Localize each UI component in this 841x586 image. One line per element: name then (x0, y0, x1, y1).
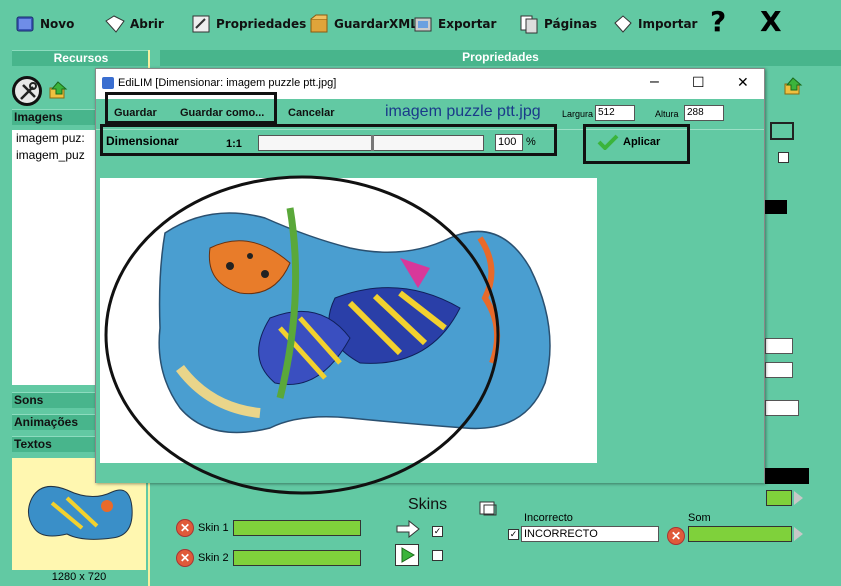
list-item[interactable]: imagem puz: (12, 130, 104, 147)
propriedades-button[interactable]: Propriedades (190, 12, 306, 36)
highlight-resize-row (100, 124, 557, 156)
importar-button[interactable]: Importar (612, 12, 697, 36)
skin2-bar[interactable] (232, 550, 361, 566)
dialog-title: EdiLIM [Dimensionar: imagem puzzle ptt.j… (118, 77, 337, 89)
delete-icon[interactable]: ✕ (176, 549, 194, 567)
delete-icon[interactable]: ✕ (176, 519, 194, 537)
guardar-xml-button[interactable]: GuardarXML (308, 12, 418, 36)
incorrecto-label: Incorrecto (524, 512, 573, 524)
propriedades-header: Propriedades (160, 50, 841, 66)
input-field[interactable] (765, 400, 799, 416)
highlight-save-buttons (105, 92, 277, 124)
som-label: Som (688, 512, 711, 524)
skin1-bar[interactable] (232, 520, 361, 536)
new-book-icon (14, 13, 36, 35)
highlight-ellipse (104, 175, 500, 495)
app-icon (102, 77, 114, 89)
maximize-button[interactable]: ☐ (692, 74, 705, 91)
play-arrow-icon[interactable] (794, 527, 803, 541)
checkbox[interactable] (778, 152, 789, 163)
play-arrow-icon[interactable] (794, 491, 803, 505)
main-toolbar: Novo Abrir Propriedades GuardarXML Expor… (0, 0, 841, 50)
properties-icon (190, 13, 212, 35)
recursos-header: Recursos (12, 50, 148, 66)
play-button[interactable] (395, 544, 419, 566)
cancelar-button[interactable]: Cancelar (288, 107, 334, 119)
play-icon (401, 547, 415, 563)
thumbnail-size-caption: 1280 x 720 (12, 571, 146, 586)
arrow-right-icon[interactable] (395, 519, 421, 539)
export-icon (412, 13, 434, 35)
largura-input[interactable]: 512 (595, 105, 635, 121)
incorrecto-checkbox[interactable]: ✓ (508, 529, 519, 540)
largura-label: Largura (562, 109, 594, 119)
incorrecto-input[interactable]: INCORRECTO (521, 526, 659, 542)
image-filename: imagem puzzle ptt.jpg (385, 103, 541, 120)
upload-arrow-icon[interactable] (48, 80, 70, 102)
skin1-row: ✕ Skin 1 (176, 519, 361, 537)
input-field[interactable] (765, 338, 793, 354)
pages-icon (518, 13, 540, 35)
skin2-row: ✕ Skin 2 (176, 549, 361, 567)
color-swatch[interactable] (765, 468, 809, 484)
som-bar[interactable] (688, 526, 792, 542)
tools-button[interactable] (12, 76, 42, 106)
altura-input[interactable]: 288 (684, 105, 724, 121)
minimize-button[interactable]: – (650, 73, 659, 91)
images-list: imagem puz: imagem_puz (12, 130, 104, 385)
frame-icon[interactable] (770, 122, 794, 140)
novo-button[interactable]: Novo (14, 12, 74, 36)
exit-button[interactable]: X (760, 5, 782, 38)
input-field[interactable] (765, 362, 793, 378)
import-icon (612, 13, 634, 35)
color-swatch[interactable] (765, 200, 787, 214)
box-icon (308, 13, 330, 35)
highlight-aplicar (583, 124, 690, 164)
open-folder-icon (104, 13, 126, 35)
tools-icon (20, 82, 37, 100)
paginas-button[interactable]: Páginas (518, 12, 597, 36)
checkbox-checked[interactable]: ✓ (432, 526, 443, 537)
help-button[interactable]: ? (710, 5, 726, 38)
delete-icon[interactable]: ✕ (667, 527, 685, 545)
exportar-button[interactable]: Exportar (412, 12, 496, 36)
close-button[interactable]: ✕ (737, 74, 749, 91)
upload-arrow-icon-right[interactable] (783, 76, 807, 98)
green-bar[interactable] (766, 490, 792, 506)
abrir-button[interactable]: Abrir (104, 12, 164, 36)
altura-label: Altura (655, 109, 679, 119)
list-item[interactable]: imagem_puz (12, 147, 104, 164)
checkbox[interactable] (432, 550, 443, 561)
